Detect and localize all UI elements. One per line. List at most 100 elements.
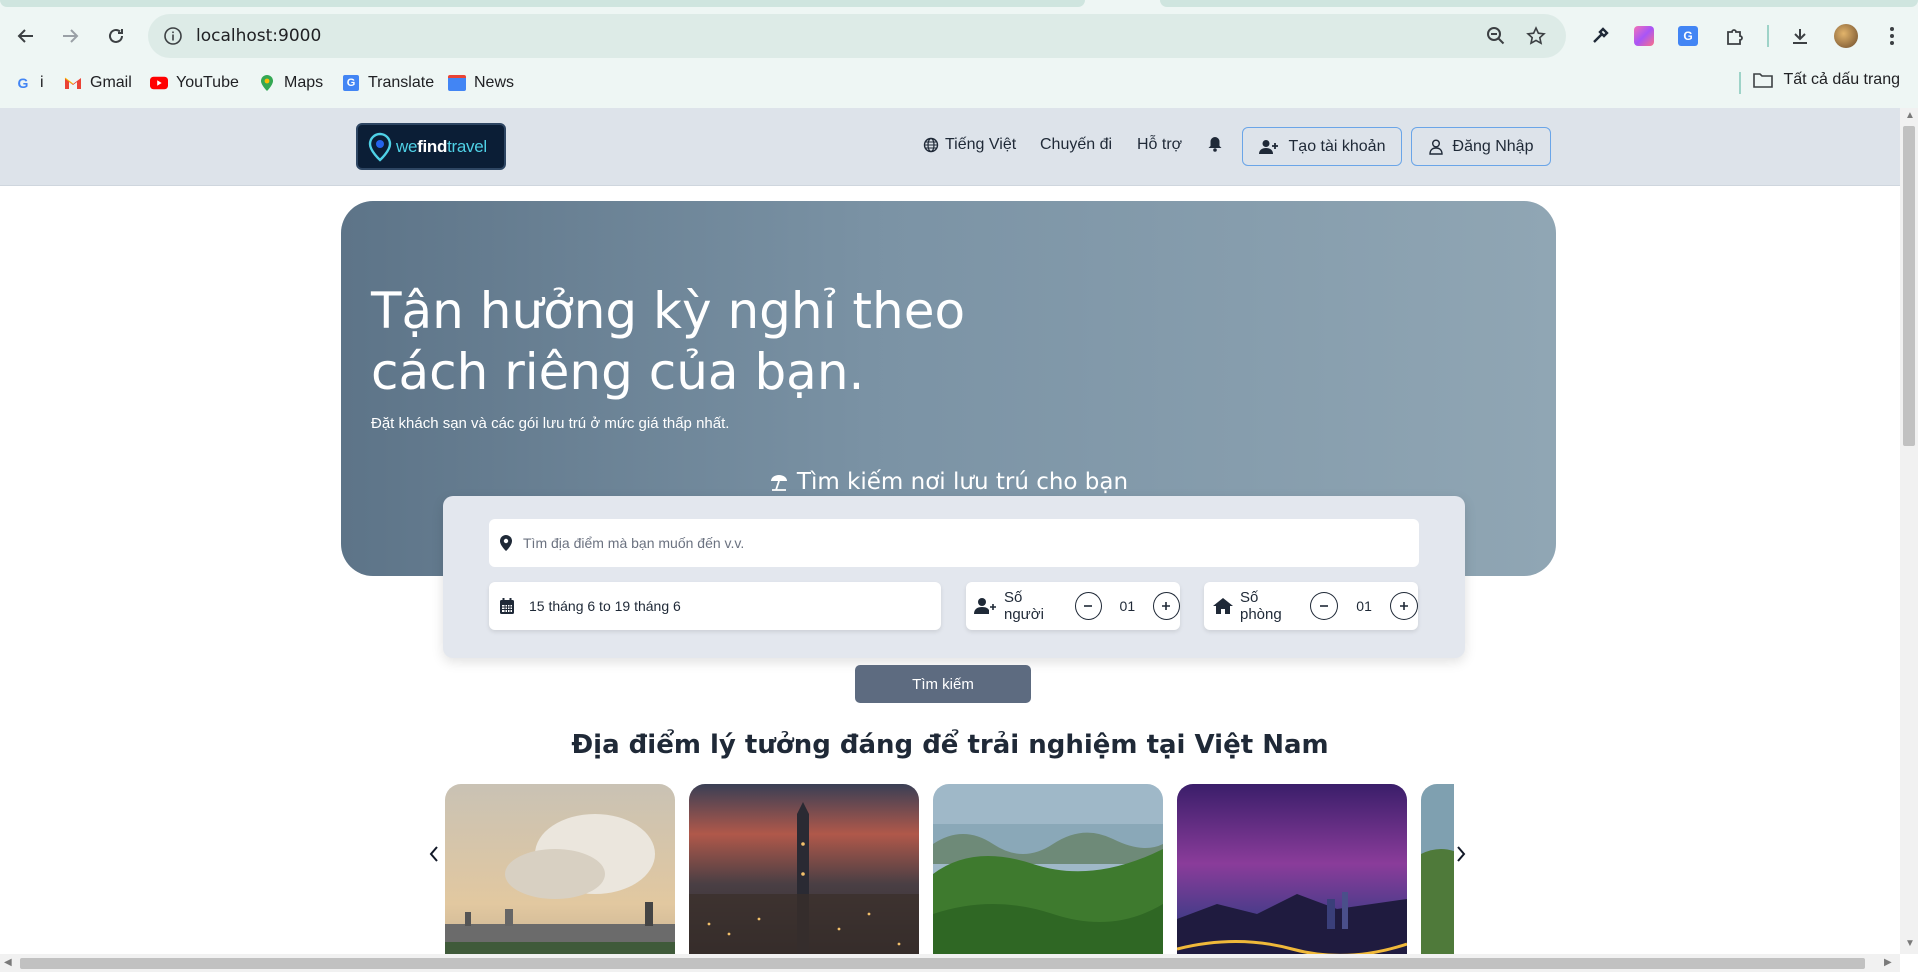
date-range-text: 15 tháng 6 to 19 tháng 6 <box>529 598 681 614</box>
vertical-scrollbar[interactable]: ▲ ▼ <box>1900 108 1918 954</box>
logo-text: wefindtravel <box>396 136 487 156</box>
hero-title: Tận hưởng kỳ nghỉ theo cách riêng của bạn… <box>371 282 966 401</box>
rooms-label: Số phòng <box>1240 589 1282 623</box>
user-cog-icon <box>974 597 998 615</box>
profile-avatar[interactable] <box>1830 20 1862 52</box>
bookmark-label: YouTube <box>176 74 239 91</box>
tab-strip <box>0 0 1085 7</box>
all-bookmarks-label: Tất cả dấu trang <box>1783 71 1900 88</box>
site-header: wefindtravel Tiếng Việt Chuyến đi Hỗ trợ… <box>0 108 1900 186</box>
login-button[interactable]: Đăng Nhập <box>1411 127 1551 166</box>
hero-subtitle: Đặt khách sạn và các gói lưu trú ở mức g… <box>371 415 730 432</box>
bookmarks-bar: G i Gmail YouTube Maps G Translate News … <box>0 68 1918 98</box>
bookmark-youtube[interactable]: YouTube <box>150 71 239 95</box>
logo-pin-icon <box>368 132 392 162</box>
toolbar-divider <box>1767 25 1769 47</box>
bookmark-star-icon[interactable] <box>1520 20 1552 52</box>
forward-icon[interactable] <box>54 20 86 52</box>
bookmark-translate[interactable]: G Translate <box>342 71 434 95</box>
calendar-icon <box>499 597 515 615</box>
folder-icon <box>1753 72 1774 88</box>
all-bookmarks-button[interactable]: Tất cả dấu trang <box>1753 71 1900 89</box>
destinations-carousel <box>444 784 1454 954</box>
location-pin-icon <box>499 534 513 552</box>
bookmark-gmail[interactable]: Gmail <box>64 71 132 95</box>
date-range-field[interactable]: 15 tháng 6 to 19 tháng 6 <box>489 582 941 630</box>
zoom-icon[interactable] <box>1480 20 1512 52</box>
beach-umbrella-icon <box>769 472 789 492</box>
language-selector[interactable]: Tiếng Việt <box>923 136 1016 154</box>
reload-icon[interactable] <box>100 20 132 52</box>
nav-trips-link[interactable]: Chuyến đi <box>1040 136 1112 154</box>
search-button[interactable]: Tìm kiếm <box>855 665 1031 703</box>
bookmark-maps[interactable]: Maps <box>258 71 323 95</box>
youtube-icon <box>150 74 168 92</box>
scroll-right-icon[interactable]: ▶ <box>1884 957 1892 968</box>
bookmark-label: Gmail <box>90 74 132 91</box>
create-account-label: Tạo tài khoản <box>1288 137 1386 155</box>
destination-card-partial[interactable] <box>1421 784 1454 954</box>
nav-support-link[interactable]: Hỗ trợ <box>1137 136 1182 154</box>
translate-extension-icon[interactable]: G <box>1672 20 1704 52</box>
search-section-title: Tìm kiếm nơi lưu trú cho bạn <box>341 469 1556 495</box>
browser-menu-icon[interactable] <box>1876 20 1908 52</box>
address-bar[interactable]: localhost:9000 <box>148 14 1566 58</box>
page-viewport: wefindtravel Tiếng Việt Chuyến đi Hỗ trợ… <box>0 108 1900 954</box>
eyedropper-extension-icon[interactable] <box>1584 20 1616 52</box>
bookmark-label: i <box>40 74 44 91</box>
trips-label: Chuyến đi <box>1040 136 1113 153</box>
bookmarks-divider <box>1739 72 1741 94</box>
horizontal-scrollbar[interactable]: ◀ ▶ <box>0 954 1900 972</box>
destination-card-hanoi[interactable] <box>445 784 675 954</box>
news-icon <box>448 74 466 92</box>
destination-card-hcmc[interactable] <box>689 784 919 954</box>
home-icon <box>1212 597 1234 615</box>
create-account-button[interactable]: Tạo tài khoản <box>1242 127 1402 166</box>
language-label: Tiếng Việt <box>945 136 1017 153</box>
login-label: Đăng Nhập <box>1452 137 1534 155</box>
color-extension-icon[interactable] <box>1628 20 1660 52</box>
browser-chrome: localhost:9000 G G i Gmail YouTube Maps … <box>0 0 1918 108</box>
user-icon <box>1428 139 1443 155</box>
bookmark-google[interactable]: G i <box>14 71 44 95</box>
add-user-icon <box>1258 139 1279 155</box>
bookmark-label: Translate <box>368 74 435 91</box>
url-text: localhost:9000 <box>196 26 322 46</box>
bookmark-news[interactable]: News <box>448 71 514 95</box>
tab-strip-right <box>1160 0 1918 7</box>
support-label: Hỗ trợ <box>1137 136 1183 153</box>
destination-card-halong[interactable] <box>933 784 1163 954</box>
rooms-counter: Số phòng 01 <box>1204 582 1419 630</box>
destinations-title: Địa điểm lý tưởng đáng để trải nghiệm tạ… <box>571 730 1329 760</box>
rooms-plus-button[interactable] <box>1390 592 1419 620</box>
extensions-puzzle-icon[interactable] <box>1718 20 1750 52</box>
destination-field[interactable] <box>489 519 1419 567</box>
maps-icon <box>258 74 276 92</box>
scroll-left-icon[interactable]: ◀ <box>4 957 12 968</box>
guests-label: Số người <box>1004 589 1044 623</box>
site-info-icon[interactable] <box>162 25 184 47</box>
carousel-prev-icon[interactable] <box>424 784 444 924</box>
horizontal-scroll-thumb[interactable] <box>20 958 1865 969</box>
scroll-up-icon[interactable]: ▲ <box>1905 110 1915 121</box>
destination-card-danang[interactable] <box>1177 784 1407 954</box>
guests-minus-button[interactable] <box>1074 592 1102 620</box>
guests-plus-button[interactable] <box>1152 592 1180 620</box>
rooms-value: 01 <box>1356 598 1372 614</box>
bookmark-label: News <box>474 74 515 91</box>
translate-icon: G <box>342 74 360 92</box>
carousel-next-icon[interactable] <box>1451 784 1471 924</box>
gmail-icon <box>64 74 82 92</box>
guests-value: 01 <box>1119 598 1136 614</box>
site-logo[interactable]: wefindtravel <box>356 123 506 170</box>
vertical-scroll-thumb[interactable] <box>1903 126 1915 446</box>
google-icon: G <box>17 75 29 91</box>
destination-input[interactable] <box>523 535 1383 551</box>
guests-counter: Số người 01 <box>966 582 1180 630</box>
search-panel: 15 tháng 6 to 19 tháng 6 Số người 01 Số … <box>443 496 1465 658</box>
back-icon[interactable] <box>10 20 42 52</box>
rooms-minus-button[interactable] <box>1310 592 1339 620</box>
download-icon[interactable] <box>1784 20 1816 52</box>
notification-bell-icon[interactable] <box>1208 136 1222 152</box>
scroll-down-icon[interactable]: ▼ <box>1905 938 1915 949</box>
